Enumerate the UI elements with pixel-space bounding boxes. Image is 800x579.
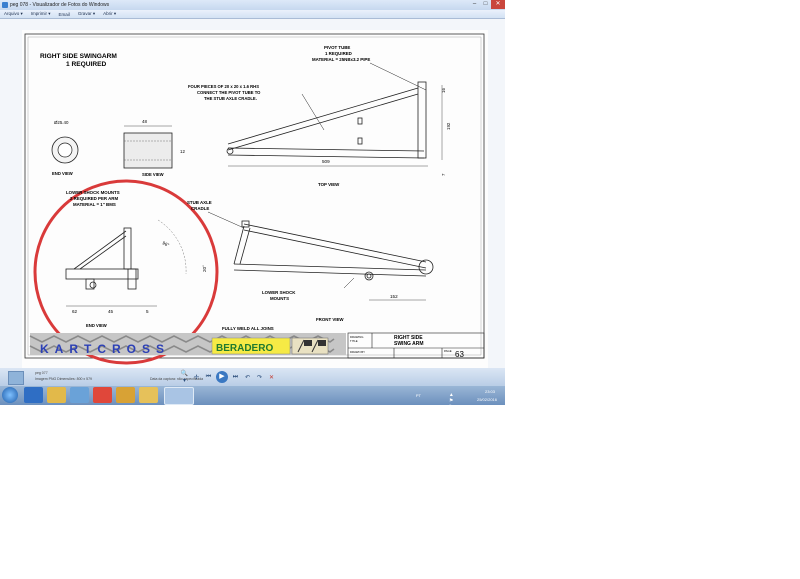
stub-axle-label-2: CRADLE — [191, 206, 209, 211]
dim-20: 20° — [202, 265, 207, 272]
photo-viewer-app-icon — [2, 2, 8, 8]
drawing-sheet: RIGHT SIDE SWINGARM 1 REQUIRED PIVOT TUB… — [22, 30, 488, 368]
lower-shock-qty: 2 REQUIRED PER ARM — [70, 196, 118, 201]
dim-7: 7 — [441, 173, 446, 176]
dim-62: 62 — [72, 309, 78, 314]
menu-gravar[interactable]: Gravar ▾ — [78, 11, 95, 17]
menu-imprimir[interactable]: Imprimir ▾ — [31, 11, 51, 17]
flag-right — [318, 340, 326, 346]
menu-bar: Arquivo ▾ Imprimir ▾ Email Gravar ▾ Abri… — [0, 10, 505, 19]
zoom-button[interactable]: 🔍▾ — [180, 370, 189, 384]
dim-509: 509 — [322, 159, 330, 164]
app-icon[interactable] — [116, 387, 135, 403]
lower-shock-leader — [343, 277, 355, 289]
clock-date[interactable]: 25/02/2016 — [477, 397, 497, 402]
front-view-label: FRONT VIEW — [316, 317, 344, 322]
end-view-swingarm — [65, 227, 139, 290]
slideshow-button[interactable]: ▶ — [216, 371, 228, 383]
clock-time[interactable]: 23:03 — [485, 389, 495, 394]
minimize-button[interactable]: – — [469, 0, 480, 9]
dim-152: 152 — [390, 294, 398, 299]
pivot-tube-label: PIVOT TUBE — [324, 45, 350, 50]
brand-beradero: BERADERO — [216, 343, 273, 354]
media-icon[interactable] — [70, 387, 89, 403]
maximize-button[interactable]: □ — [480, 0, 491, 9]
lower-shock-label: LOWER SHOCK MOUNTS — [66, 190, 120, 195]
delete-button[interactable]: ✕ — [267, 374, 276, 381]
photo-viewer-window: peg 078 - Visualizador de Fotos do Windo… — [0, 0, 505, 405]
menu-email[interactable]: Email — [59, 12, 70, 17]
side-view-label: SIDE VIEW — [142, 172, 164, 177]
top-view-label: TOP VIEW — [318, 182, 340, 187]
start-button[interactable] — [2, 387, 18, 403]
lower-shock-material: MATERIAL = 1" BMS — [73, 202, 116, 207]
stub-axle-label: STUB AXLE — [187, 200, 212, 205]
image-details: Imagem PNG Dimensões: 800 x 579 — [35, 377, 92, 381]
side-view-tube — [123, 132, 173, 169]
thumbnail-icon — [8, 371, 24, 385]
tb-page-number: 63 — [455, 350, 464, 359]
dim-45: 45 — [108, 309, 114, 314]
end-view-inner-circle — [57, 142, 73, 158]
tb-title-label: TITLE — [350, 339, 358, 343]
angle-arc — [157, 219, 187, 275]
pivot-tube-material: MATERIAL = 25NBx3.2 PIPE — [312, 57, 370, 62]
image-info-bar: peg 077 Imagem PNG Dimensões: 800 x 579 … — [0, 368, 505, 386]
chrome-icon[interactable] — [93, 387, 112, 403]
rhs-note-line2: CONNECT THE PIVOT TUBE TO — [197, 90, 261, 95]
drawing-title: RIGHT SIDE SWINGARM — [40, 53, 117, 60]
pivot-tube-qty: 1 REQUIRED — [325, 51, 352, 56]
image-name: peg 077 — [35, 371, 48, 375]
language-indicator[interactable]: PT — [416, 393, 421, 398]
photo-viewer-task-icon[interactable] — [164, 387, 194, 405]
diameter-dim: Ø25.40 — [54, 120, 69, 125]
viewer-controls: 🔍▾ ✢ ⏮ ▶ ⏭ ↶ ↷ ✕ — [180, 370, 276, 384]
drawing-quantity: 1 REQUIRED — [66, 61, 107, 68]
explorer-icon[interactable] — [139, 387, 158, 403]
previous-button[interactable]: ⏮ — [204, 374, 213, 381]
tb-drawn-by-label: DRAWN BY — [350, 350, 365, 354]
window-controls: – □ ✕ — [469, 0, 505, 9]
close-button[interactable]: ✕ — [491, 0, 505, 9]
window-title: peg 078 - Visualizador de Fotos do Windo… — [10, 2, 110, 8]
length-dim-48: 48 — [142, 119, 147, 124]
rhs-note-line1: FOUR PIECES OF 20 x 20 x 1.6 RHS — [188, 84, 259, 89]
tray-icons[interactable]: ▲ ⚑ ▮ ◂) — [449, 392, 455, 405]
ie-icon[interactable] — [24, 387, 43, 403]
title-bar[interactable]: peg 078 - Visualizador de Fotos do Windo… — [0, 0, 505, 10]
rotate-ccw-button[interactable]: ↶ — [243, 374, 252, 381]
dim-16: 16 — [441, 88, 446, 93]
folder-icon[interactable] — [47, 387, 66, 403]
lower-shock-2-label: LOWER SHOCK — [262, 290, 296, 295]
lower-shock-2-label-2: MOUNTS — [270, 296, 289, 301]
end-view-label: END VIEW — [52, 171, 73, 176]
front-view-swingarm — [233, 220, 434, 281]
menu-abrir[interactable]: Abrir ▾ — [103, 11, 116, 17]
end-view-2-label: END VIEW — [86, 323, 107, 328]
next-button[interactable]: ⏭ — [231, 374, 240, 381]
rhs-note-line3: THE STUB AXLE CRADLE. — [204, 96, 257, 101]
dim-5: 5 — [146, 309, 149, 314]
dim-12: 12 — [180, 149, 185, 154]
brand-kartcross: KARTCROSS — [40, 342, 170, 356]
stub-leader-line — [207, 211, 245, 229]
dim-192: 192 — [446, 122, 451, 130]
tb-page-label: PAGE — [444, 349, 452, 353]
image-view-area[interactable]: RIGHT SIDE SWINGARM 1 REQUIRED PIVOT TUB… — [0, 19, 505, 368]
tb-title-line2: SWING ARM — [394, 341, 424, 347]
weld-note: FULLY WELD ALL JOINS — [222, 326, 274, 331]
fit-button[interactable]: ✢ — [192, 374, 201, 381]
rotate-cw-button[interactable]: ↷ — [255, 374, 264, 381]
menu-arquivo[interactable]: Arquivo ▾ — [4, 11, 23, 17]
dim-angle: 96° — [162, 240, 171, 248]
flag-left — [304, 340, 312, 346]
taskbar: PT ▲ ⚑ ▮ ◂) 23:03 25/02/2016 — [0, 386, 505, 405]
swingarm-technical-drawing: RIGHT SIDE SWINGARM 1 REQUIRED PIVOT TUB… — [24, 33, 485, 365]
